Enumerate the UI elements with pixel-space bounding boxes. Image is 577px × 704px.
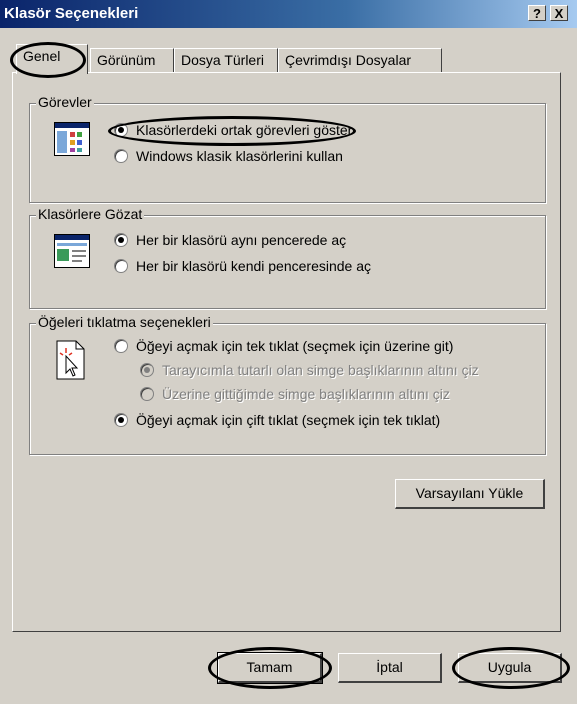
- option-classic-folders[interactable]: Windows klasik klasörlerini kullan: [114, 148, 343, 164]
- cancel-button[interactable]: İptal: [338, 653, 442, 683]
- label-double-click: Öğeyi açmak için çift tıklat (seçmek içi…: [136, 412, 441, 428]
- label-underline-hover: Üzerine gittiğimde simge başlıklarının a…: [162, 386, 450, 402]
- browse-group-title: Klasörlere Gözat: [36, 206, 145, 222]
- label-own-window: Her bir klasörü kendi penceresinde aç: [136, 258, 372, 274]
- restore-defaults-button[interactable]: Varsayılanı Yükle: [395, 479, 545, 509]
- label-same-window: Her bir klasörü aynı pencerede aç: [136, 232, 347, 248]
- tab-file-types[interactable]: Dosya Türleri: [174, 48, 278, 72]
- tab-offline-files[interactable]: Çevrimdışı Dosyalar: [278, 48, 442, 72]
- radio-double-click[interactable]: [114, 413, 128, 427]
- tab-general[interactable]: Genel: [16, 44, 88, 74]
- option-underline-hover[interactable]: Üzerine gittiğimde simge başlıklarının a…: [140, 386, 450, 402]
- ok-button[interactable]: Tamam: [217, 652, 323, 684]
- tab-view[interactable]: Görünüm: [90, 48, 174, 72]
- option-show-common-tasks[interactable]: Klasörlerdeki ortak görevleri göster: [114, 122, 352, 138]
- radio-underline-hover[interactable]: [140, 387, 154, 401]
- radio-classic-folders[interactable]: [114, 149, 128, 163]
- label-underline-browser: Tarayıcımla tutarlı olan simge başlıklar…: [162, 362, 479, 378]
- click-group-title: Öğeleri tıklatma seçenekleri: [36, 314, 213, 330]
- window-browse-icon: [54, 234, 90, 271]
- tasks-group-title: Görevler: [36, 94, 94, 110]
- radio-underline-browser[interactable]: [140, 363, 154, 377]
- tasks-group: Görevler Klasörlerdeki ortak görevleri g…: [29, 94, 546, 203]
- browse-folders-group: Klasörlere Gözat Her bir klasörü aynı pe…: [29, 206, 546, 309]
- radio-own-window[interactable]: [114, 259, 128, 273]
- title-bar[interactable]: Klasör Seçenekleri ? X: [0, 0, 577, 28]
- radio-same-window[interactable]: [114, 233, 128, 247]
- label-single-click: Öğeyi açmak için tek tıklat (seçmek için…: [136, 338, 454, 354]
- help-button[interactable]: ?: [528, 5, 546, 21]
- window-title: Klasör Seçenekleri: [4, 5, 139, 22]
- cursor-click-icon: [56, 340, 86, 383]
- click-options-group: Öğeleri tıklatma seçenekleri Öğeyi açmak…: [29, 314, 546, 455]
- folder-tasks-icon: [54, 122, 90, 159]
- apply-button[interactable]: Uygula: [458, 653, 562, 683]
- label-show-common-tasks: Klasörlerdeki ortak görevleri göster: [136, 122, 353, 138]
- label-classic-folders: Windows klasik klasörlerini kullan: [136, 148, 343, 164]
- option-own-window[interactable]: Her bir klasörü kendi penceresinde aç: [114, 258, 371, 274]
- option-same-window[interactable]: Her bir klasörü aynı pencerede aç: [114, 232, 346, 248]
- option-double-click[interactable]: Öğeyi açmak için çift tıklat (seçmek içi…: [114, 412, 440, 428]
- radio-single-click[interactable]: [114, 339, 128, 353]
- folder-options-dialog: Klasör Seçenekleri ? X Genel Görünüm Dos…: [0, 0, 577, 704]
- general-tab-panel: Görevler Klasörlerdeki ortak görevleri g…: [12, 72, 561, 632]
- option-underline-browser[interactable]: Tarayıcımla tutarlı olan simge başlıklar…: [140, 362, 479, 378]
- option-single-click[interactable]: Öğeyi açmak için tek tıklat (seçmek için…: [114, 338, 453, 354]
- close-button[interactable]: X: [550, 5, 568, 21]
- radio-show-common-tasks[interactable]: [114, 123, 128, 137]
